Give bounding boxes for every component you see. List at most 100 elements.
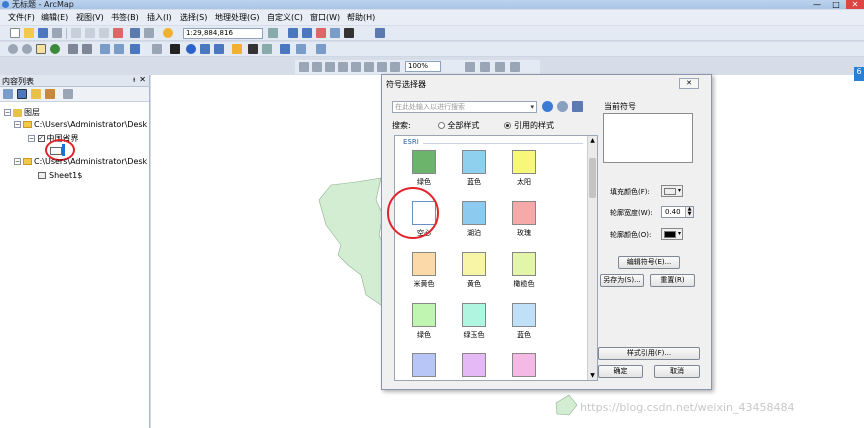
paste-icon[interactable]: [99, 28, 109, 38]
cancel-button[interactable]: 取消: [654, 365, 700, 378]
save-icon[interactable]: [38, 28, 48, 38]
menu-insert[interactable]: 插入(I): [147, 12, 172, 23]
catalog-icon[interactable]: [302, 28, 312, 38]
tree-folder-2[interactable]: − C:\Users\Administrator\Desk: [14, 157, 147, 166]
fixed-zoom-out-icon[interactable]: [82, 44, 92, 54]
delete-icon[interactable]: [113, 28, 123, 38]
back-extent-icon[interactable]: [100, 44, 110, 54]
symbol-swatch[interactable]: [462, 150, 486, 174]
radio-all-styles[interactable]: [437, 122, 445, 129]
menu-selection[interactable]: 选择(S): [180, 12, 207, 23]
editor-toolbar-icon[interactable]: [268, 28, 278, 38]
zoom-in-icon[interactable]: [8, 44, 18, 54]
search-icon[interactable]: [542, 101, 553, 112]
tree-folder-1[interactable]: − C:\Users\Administrator\Desk: [14, 120, 147, 129]
scroll-thumb[interactable]: [589, 158, 596, 198]
collapse-icon[interactable]: −: [14, 121, 21, 128]
menu-windows[interactable]: 窗口(W): [310, 12, 340, 23]
layout-forward-icon[interactable]: [390, 62, 400, 72]
symbol-swatch[interactable]: [462, 303, 486, 327]
layer-visibility-checkbox[interactable]: ✓: [37, 135, 45, 142]
symbol-swatch[interactable]: [512, 150, 536, 174]
model-builder-icon[interactable]: [375, 28, 385, 38]
map-scale-input[interactable]: 1:29,884,816: [183, 28, 263, 39]
find-icon[interactable]: [248, 44, 258, 54]
collapse-icon[interactable]: −: [28, 135, 35, 142]
save-as-button[interactable]: 另存为(S)...: [600, 274, 644, 287]
cut-icon[interactable]: [71, 28, 81, 38]
search-window-icon[interactable]: [316, 28, 326, 38]
forward-extent-icon[interactable]: [114, 44, 124, 54]
redo-icon[interactable]: [144, 28, 154, 38]
table-sheet1[interactable]: Sheet1$: [38, 171, 82, 180]
collapse-icon[interactable]: −: [14, 158, 21, 165]
select-elements-icon[interactable]: [170, 44, 180, 54]
symbol-swatch[interactable]: [412, 150, 436, 174]
style-references-button[interactable]: 样式引用(F)...: [598, 347, 700, 360]
select-features-icon[interactable]: [130, 44, 140, 54]
ok-button[interactable]: 确定: [598, 365, 643, 378]
hyperlink-icon[interactable]: [200, 44, 210, 54]
outline-width-spinner[interactable]: 0.40 ▲ ▼: [661, 206, 694, 218]
tree-root-layers[interactable]: − 图层: [4, 107, 40, 118]
list-by-source-icon[interactable]: [17, 89, 27, 99]
layout-zoom-out-icon[interactable]: [312, 62, 322, 72]
html-popup-icon[interactable]: [214, 44, 224, 54]
menu-edit[interactable]: 编辑(E): [41, 12, 68, 23]
viewer-window-icon[interactable]: [316, 44, 326, 54]
list-by-selection-icon[interactable]: [45, 89, 55, 99]
view-options-icon[interactable]: [572, 101, 583, 112]
table-of-contents-icon[interactable]: [288, 28, 298, 38]
menu-bookmarks[interactable]: 书签(B): [111, 12, 139, 23]
minimize-button[interactable]: —: [808, 0, 826, 9]
toggle-draft-mode-icon[interactable]: [465, 62, 475, 72]
advanced-search-icon[interactable]: [557, 101, 568, 112]
copy-icon[interactable]: [85, 28, 95, 38]
fixed-zoom-in-icon[interactable]: [68, 44, 78, 54]
go-to-xy-icon[interactable]: [280, 44, 290, 54]
symbol-swatch[interactable]: [512, 201, 536, 225]
scroll-up-icon[interactable]: ▲: [589, 137, 596, 144]
focus-data-frame-icon[interactable]: [480, 62, 490, 72]
menu-customize[interactable]: 自定义(C): [267, 12, 303, 23]
spinner-arrows-icon[interactable]: ▲ ▼: [685, 207, 693, 217]
print-icon[interactable]: [52, 28, 62, 38]
zoom-out-icon[interactable]: [22, 44, 32, 54]
collapse-icon[interactable]: −: [4, 109, 11, 116]
close-window-button[interactable]: ✕: [846, 0, 864, 9]
menu-file[interactable]: 文件(F): [8, 12, 35, 23]
arctoolbox-icon[interactable]: [330, 28, 340, 38]
symbol-swatch[interactable]: [412, 303, 436, 327]
symbol-swatch[interactable]: [462, 201, 486, 225]
layout-back-icon[interactable]: [377, 62, 387, 72]
data-driven-pages-icon[interactable]: [510, 62, 520, 72]
measure-icon[interactable]: [232, 44, 242, 54]
side-panel-tab[interactable]: 6: [854, 67, 864, 81]
symbol-swatch[interactable]: [512, 252, 536, 276]
gallery-scrollbar[interactable]: ▲ ▼: [587, 136, 597, 380]
menu-geoprocessing[interactable]: 地理处理(G): [215, 12, 259, 23]
scroll-down-icon[interactable]: ▼: [589, 372, 596, 379]
edit-symbol-button[interactable]: 编辑符号(E)...: [618, 256, 680, 269]
symbol-swatch[interactable]: [412, 252, 436, 276]
symbol-swatch[interactable]: [512, 303, 536, 327]
list-by-visibility-icon[interactable]: [31, 89, 41, 99]
fill-color-picker[interactable]: ▾: [661, 185, 683, 197]
symbol-swatch[interactable]: [512, 353, 536, 377]
outline-color-picker[interactable]: ▾: [661, 228, 683, 240]
new-document-icon[interactable]: [10, 28, 20, 38]
change-layout-icon[interactable]: [495, 62, 505, 72]
find-route-icon[interactable]: [262, 44, 272, 54]
toc-close-icon[interactable]: ✕: [139, 75, 146, 84]
pan-icon[interactable]: [36, 44, 46, 54]
reset-button[interactable]: 重置(R): [650, 274, 695, 287]
maximize-button[interactable]: □: [827, 0, 845, 9]
clear-selection-icon[interactable]: [152, 44, 162, 54]
symbol-search-input[interactable]: 在此处输入以进行搜索 ▾: [392, 101, 537, 113]
radio-referenced-styles[interactable]: [504, 122, 512, 129]
identify-icon[interactable]: [186, 44, 196, 54]
menu-help[interactable]: 帮助(H): [347, 12, 375, 23]
python-window-icon[interactable]: [344, 28, 354, 38]
symbol-swatch[interactable]: [412, 353, 436, 377]
undo-icon[interactable]: [130, 28, 140, 38]
